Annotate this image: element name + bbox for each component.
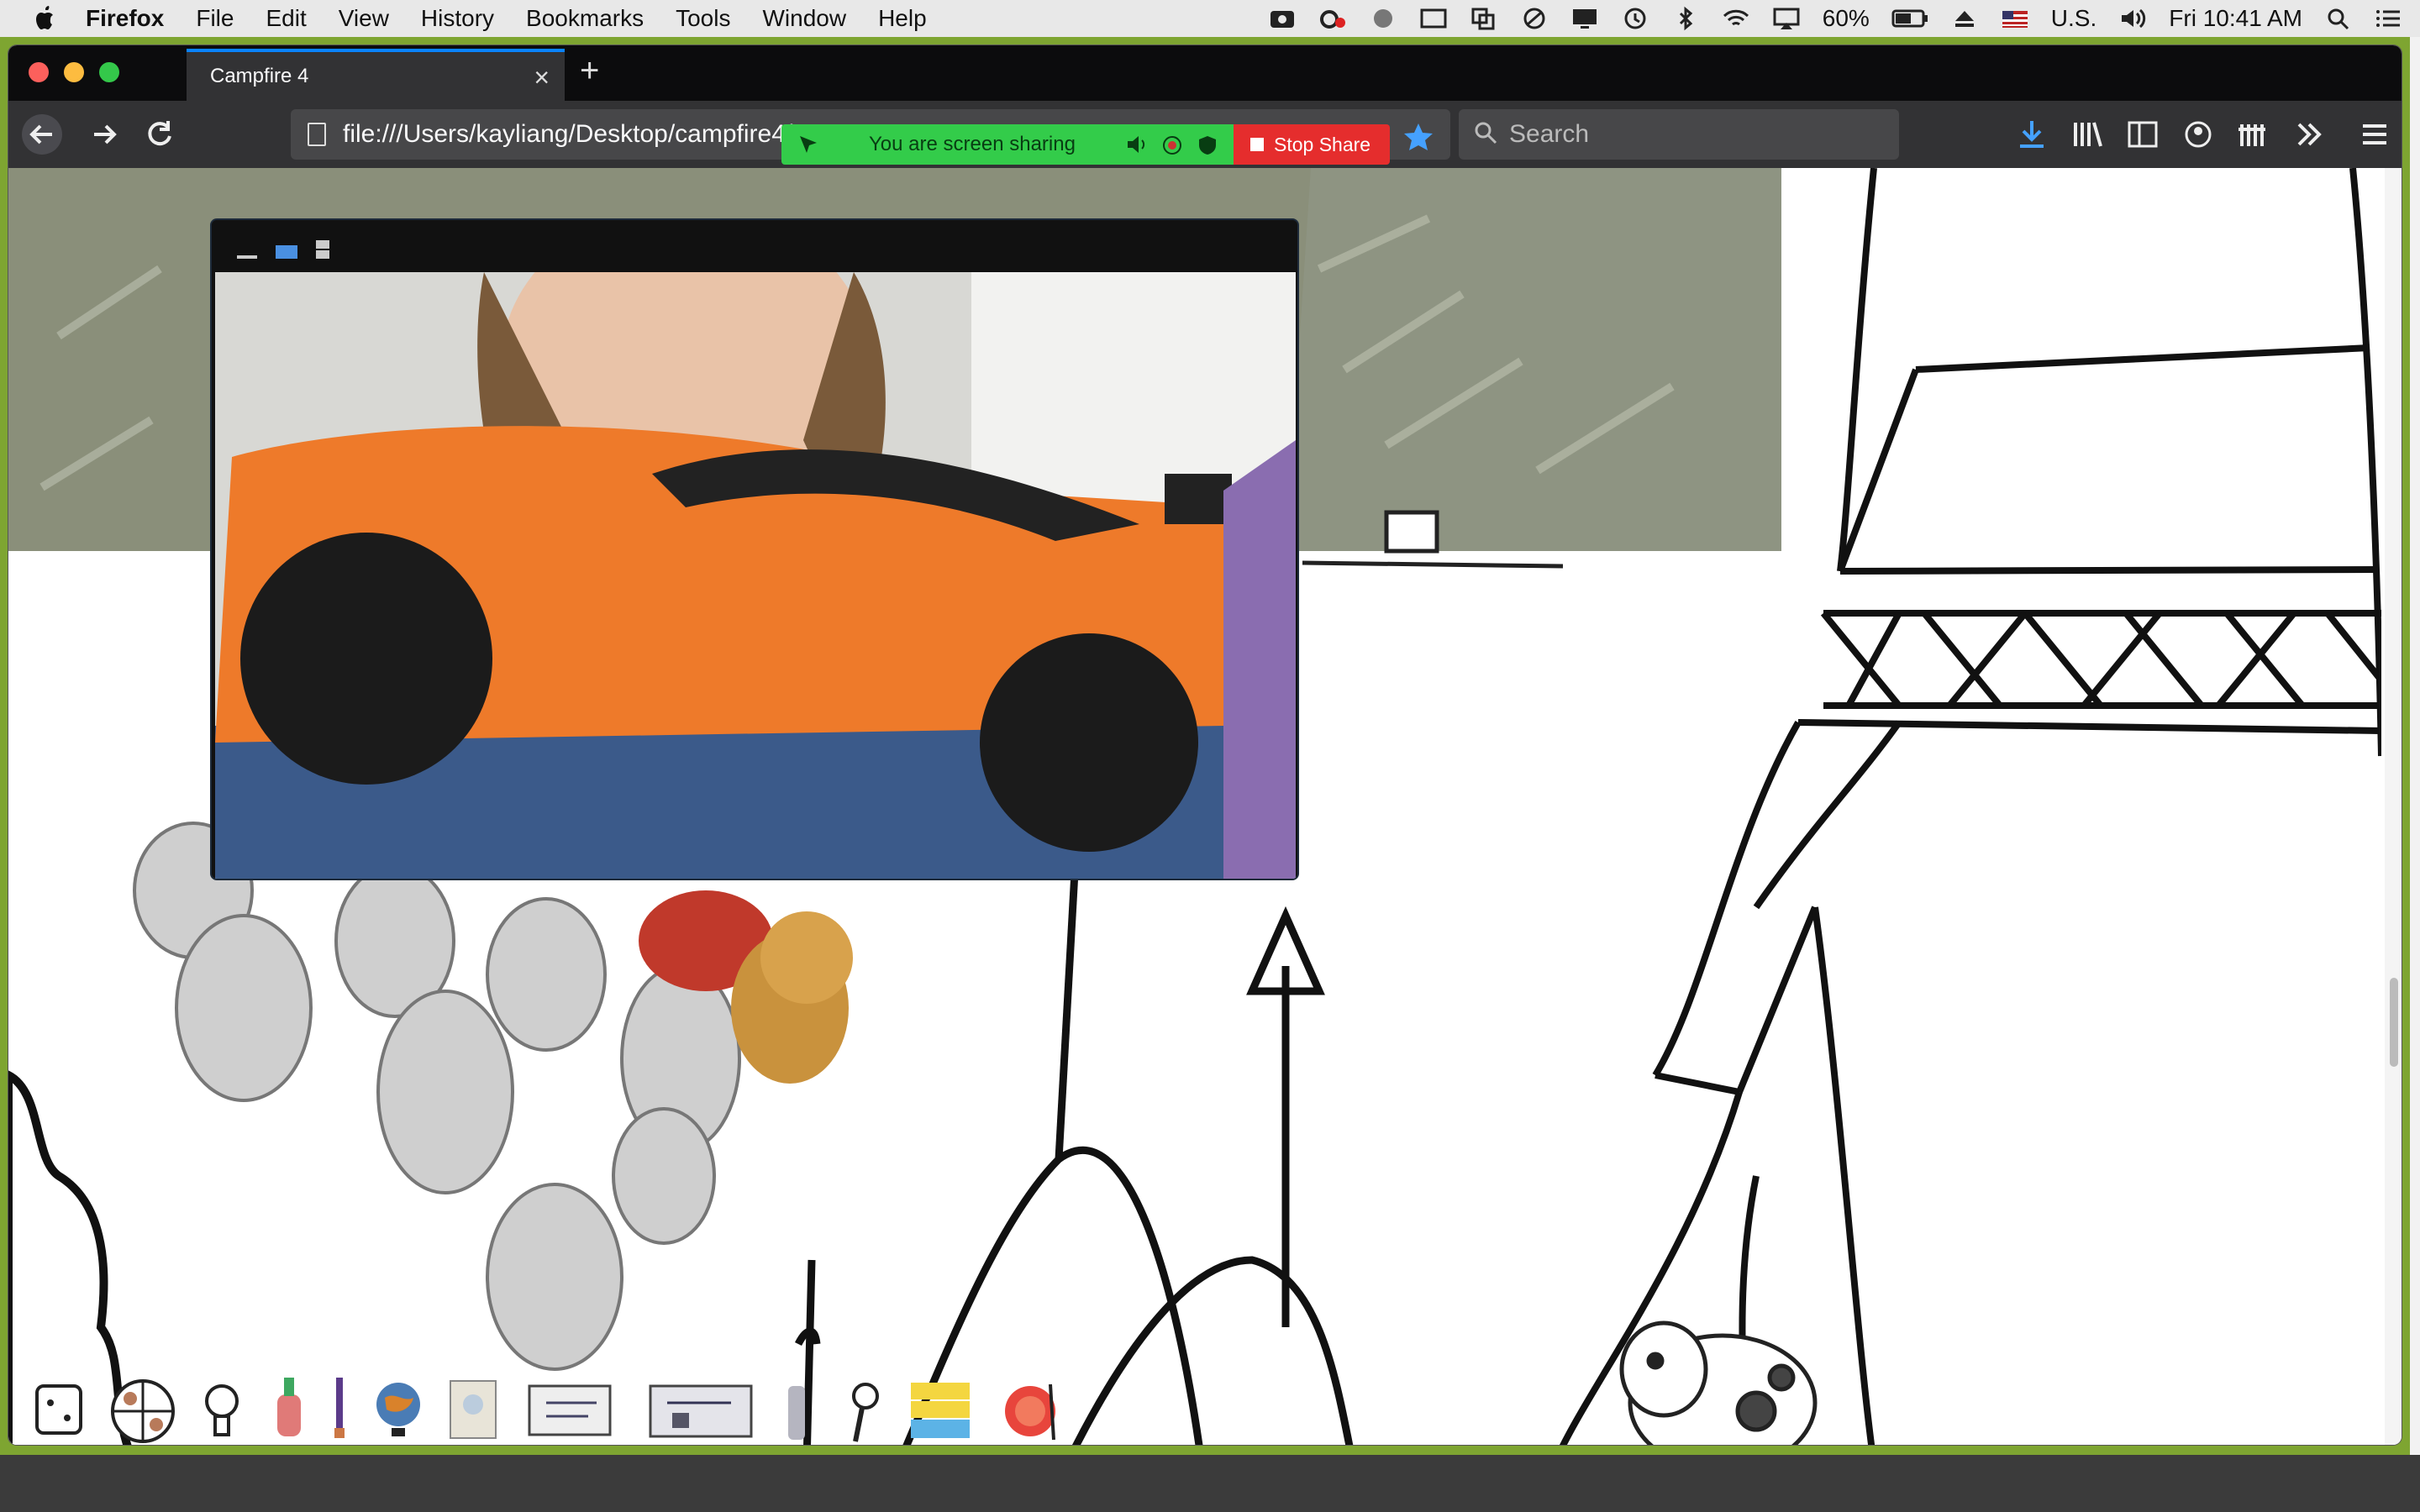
reload-button[interactable] [139,114,180,155]
stop-icon [1250,138,1264,151]
us-flag-icon[interactable] [2001,6,2029,31]
bookmark-star-icon[interactable] [1402,121,1435,155]
sharing-status: You are screen sharing [781,124,1234,165]
hills-drawing [794,836,1354,1445]
share-cursor-icon [800,136,817,153]
no-sleep-icon[interactable] [1520,6,1549,31]
globe-icon[interactable] [376,1383,420,1436]
vertical-scrollbar[interactable] [2385,168,2402,1445]
menu-firefox[interactable]: Firefox [86,5,164,32]
sidebar-icon[interactable] [2124,116,2161,153]
bottle-small[interactable] [788,1386,805,1440]
eject-icon[interactable] [1950,6,1979,31]
screen-share-banner: You are screen sharing Stop Share [781,124,1390,165]
copy-icon[interactable] [1470,6,1498,31]
cartoon-characters [133,822,741,1371]
spotlight-icon[interactable] [2324,6,2353,31]
search-input[interactable]: Search [1459,109,1899,160]
back-arrow-icon [29,124,52,144]
tab-title: Campfire 4 [210,65,309,87]
vertical-scroll-thumb[interactable] [2390,978,2398,1067]
clock[interactable]: Fri 10:41 AM [2169,5,2302,32]
menu-window[interactable]: Window [762,5,846,32]
grid-view-icon[interactable] [316,240,329,249]
forward-button[interactable] [84,114,124,155]
back-button[interactable] [22,114,62,155]
desktop-edge [2410,37,2420,1457]
browser-window: Campfire 4 × + file:///Users/kayliang/De… [8,45,2402,1445]
record-icon[interactable] [1161,134,1183,156]
sharing-status-text: You are screen sharing [869,133,1076,155]
video-panel-controls [237,240,329,259]
search-placeholder: Search [1509,120,1590,148]
apple-icon[interactable] [34,5,57,32]
notification-center-icon[interactable] [2375,6,2403,31]
close-window-button[interactable] [29,62,49,82]
time-machine-icon[interactable] [1621,6,1649,31]
account-icon[interactable] [2180,116,2217,153]
overflow-chevron-icon[interactable] [2291,116,2328,153]
menu-tools[interactable]: Tools [676,5,730,32]
minimize-window-button[interactable] [64,62,84,82]
menu-view[interactable]: View [339,5,389,32]
video-panel-toolbar [212,220,1297,272]
paintbrush-icon[interactable] [334,1378,345,1438]
bluetooth-icon[interactable] [1671,6,1700,31]
campfire-canvas[interactable] [8,168,2381,1445]
magnifier-icon[interactable] [852,1383,879,1442]
display-icon[interactable] [1570,6,1599,31]
zoom-window-button[interactable] [99,62,119,82]
item-tray [35,1378,1055,1443]
fruit-icon[interactable] [1005,1383,1055,1441]
speaker-icon[interactable] [1126,134,1150,155]
menu-edit[interactable]: Edit [266,5,306,32]
macos-menubar: Firefox File Edit View History Bookmarks… [0,0,2420,37]
window-icon[interactable] [1419,6,1448,31]
creative-cloud-icon[interactable] [1318,6,1347,31]
dice-icon[interactable] [35,1384,82,1435]
new-tab-button[interactable]: + [580,54,599,87]
volume-icon[interactable] [2118,6,2147,31]
battery-percent: 60% [1822,5,1870,31]
extension-icon[interactable] [2235,116,2272,153]
hamburger-menu-icon[interactable] [2356,116,2393,153]
camera-icon[interactable] [1268,6,1297,31]
cow-drawing [1619,1320,1818,1445]
stop-share-label: Stop Share [1274,133,1371,155]
stop-share-button[interactable]: Stop Share [1234,124,1390,165]
ball-icon[interactable] [1369,6,1397,31]
drawing-card[interactable] [528,1384,612,1436]
tab-campfire[interactable]: Campfire 4 × [187,49,565,101]
downloads-icon[interactable] [2013,116,2050,153]
lightbulb-icon[interactable] [205,1384,239,1436]
minimize-video-icon[interactable] [237,255,257,259]
search-icon [1475,122,1497,144]
menu-file[interactable]: File [196,5,234,32]
forward-arrow-icon [94,124,117,144]
menu-bookmarks[interactable]: Bookmarks [526,5,644,32]
sticky-notes[interactable] [911,1383,970,1438]
library-icon[interactable] [2069,116,2106,153]
close-tab-icon[interactable]: × [534,62,550,93]
spinner-wheel-icon[interactable] [111,1379,175,1443]
airplay-icon[interactable] [1772,6,1801,31]
desktop-bottom [0,1455,2420,1512]
menu-history[interactable]: History [421,5,494,32]
page-icon [308,123,326,146]
input-source-label: U.S. [2050,5,2097,31]
webcam-feed [215,272,1296,879]
reload-icon [148,121,171,146]
menu-help[interactable]: Help [878,5,927,32]
tab-strip: Campfire 4 × + [8,45,2402,101]
single-view-icon[interactable] [276,245,297,259]
video-call-panel[interactable] [210,218,1299,880]
bottle-icon[interactable] [277,1378,301,1436]
bridge-card[interactable] [649,1384,753,1438]
battery-icon[interactable] [1891,6,1928,31]
passport-card[interactable] [450,1380,497,1439]
shield-icon[interactable] [1197,134,1218,156]
wifi-icon[interactable] [1722,6,1750,31]
url-text: file:///Users/kayliang/Desktop/campfire4… [343,120,793,148]
